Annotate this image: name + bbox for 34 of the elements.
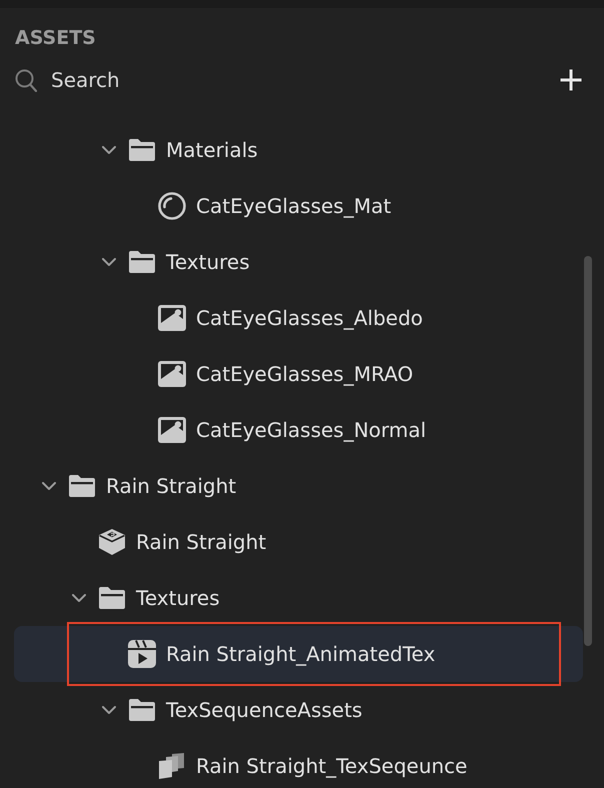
asset-item[interactable]: Rain Straight_TexSeqeunce bbox=[14, 738, 583, 788]
panel-title: ASSETS bbox=[15, 26, 96, 50]
search-icon bbox=[15, 68, 37, 92]
chevron-down-icon[interactable] bbox=[102, 146, 116, 154]
folder-icon bbox=[128, 250, 156, 274]
folder-item[interactable]: Materials bbox=[14, 122, 583, 178]
asset-item[interactable]: Rain Straight bbox=[14, 514, 583, 570]
scrollbar-thumb[interactable] bbox=[584, 256, 592, 646]
image-icon bbox=[158, 305, 186, 331]
folder-item[interactable]: Textures bbox=[14, 570, 583, 626]
chevron-down-icon[interactable] bbox=[102, 706, 116, 714]
folder-item[interactable]: Textures bbox=[14, 234, 583, 290]
folder-icon bbox=[68, 474, 96, 498]
folder-item[interactable]: TexSequenceAssets bbox=[14, 682, 583, 738]
stacked-cards-icon bbox=[158, 753, 186, 779]
asset-item[interactable]: CatEyeGlasses_Mat bbox=[14, 178, 583, 234]
folder-icon bbox=[128, 138, 156, 162]
folder-item[interactable]: Rain Straight bbox=[14, 458, 583, 514]
chevron-down-icon[interactable] bbox=[72, 594, 86, 602]
image-icon bbox=[158, 417, 186, 443]
search-field[interactable]: Search bbox=[51, 66, 231, 94]
folder-icon bbox=[98, 586, 126, 610]
cube-icon bbox=[98, 528, 126, 556]
add-button[interactable] bbox=[559, 68, 583, 92]
asset-item[interactable]: CatEyeGlasses_Albedo bbox=[14, 290, 583, 346]
image-icon bbox=[158, 361, 186, 387]
plus-icon bbox=[559, 68, 583, 92]
asset-item[interactable]: CatEyeGlasses_MRAO bbox=[14, 346, 583, 402]
asset-item[interactable]: CatEyeGlasses_Normal bbox=[14, 402, 583, 458]
chevron-down-icon[interactable] bbox=[102, 258, 116, 266]
clapperboard-play-icon bbox=[128, 640, 156, 668]
folder-icon bbox=[128, 698, 156, 722]
chevron-down-icon[interactable] bbox=[42, 482, 56, 490]
ring-icon bbox=[158, 192, 186, 220]
